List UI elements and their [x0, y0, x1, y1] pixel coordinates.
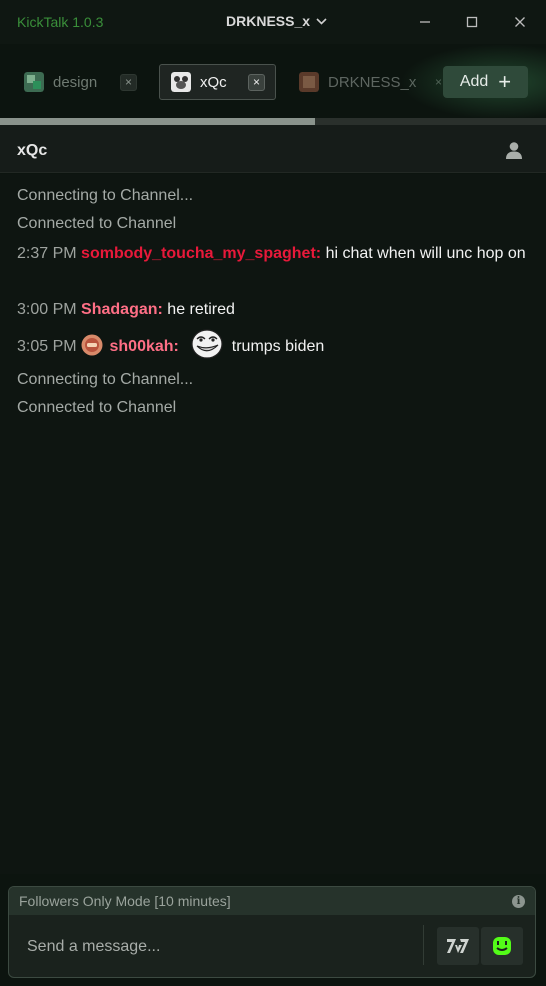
account-name: DRKNESS_x	[226, 13, 311, 29]
channel-avatar	[299, 72, 319, 92]
chat-message: 2:37 PM sombody_toucha_my_spaghet: hi ch…	[17, 242, 532, 266]
channel-header: xQc	[0, 125, 546, 173]
system-message-text: Connected to Channel	[17, 399, 177, 416]
title-bar: KickTalk 1.0.3 DRKNESS_x	[0, 0, 546, 44]
system-message: Connecting to Channel...	[17, 184, 532, 208]
chat-message: 3:05 PM sh00kah: trumps biden	[17, 329, 532, 362]
trollface-emote-icon	[191, 329, 223, 359]
account-switcher[interactable]: DRKNESS_x	[226, 13, 327, 29]
chat-log[interactable]: Connecting to Channel... Connected to Ch…	[0, 174, 546, 874]
message-text: hi chat when will unc hop on	[325, 245, 526, 262]
message-input[interactable]	[9, 915, 423, 977]
system-message: Connecting to Channel...	[17, 368, 532, 392]
minimize-button[interactable]	[413, 10, 437, 34]
tab-xqc[interactable]: xQc ×	[159, 64, 276, 100]
7tv-icon	[447, 939, 469, 953]
plus-icon: +	[498, 69, 512, 94]
input-divider	[423, 925, 424, 965]
channel-avatar	[171, 72, 191, 92]
info-icon[interactable]: i	[512, 895, 525, 908]
tab-scrollbar[interactable]	[0, 118, 546, 125]
close-tab-button[interactable]: ×	[248, 73, 265, 91]
maximize-icon	[466, 16, 478, 28]
close-icon	[515, 17, 525, 27]
message-username[interactable]: sh00kah:	[110, 338, 179, 355]
kick-emote-icon	[493, 937, 511, 955]
tab-label: xQc	[200, 73, 227, 91]
kick-emote-button[interactable]	[481, 927, 523, 965]
7tv-emote-button[interactable]	[437, 927, 479, 965]
tab-scrollbar-thumb[interactable]	[0, 118, 316, 125]
close-tab-button[interactable]: ×	[120, 73, 137, 91]
message-text: trumps biden	[231, 338, 325, 356]
app-title: KickTalk 1.0.3	[17, 14, 104, 30]
minimize-icon	[420, 21, 430, 23]
system-message-text: Connected to Channel	[17, 215, 177, 232]
chevron-down-icon	[316, 17, 327, 25]
maximize-button[interactable]	[460, 10, 484, 34]
message-text: he retired	[167, 301, 235, 318]
close-window-button[interactable]	[508, 10, 532, 34]
message-username[interactable]: sombody_toucha_my_spaghet:	[81, 245, 321, 262]
subscriber-badge-icon	[81, 334, 103, 356]
chat-input-area: Followers Only Mode [10 minutes] i	[8, 886, 536, 978]
system-message: Connected to Channel	[17, 396, 532, 420]
system-message-text: Connecting to Channel...	[17, 187, 194, 204]
chat-mode-bar: Followers Only Mode [10 minutes] i	[9, 887, 535, 915]
user-icon[interactable]	[504, 140, 524, 160]
channel-avatar	[24, 72, 44, 92]
channel-name: xQc	[17, 142, 48, 159]
message-timestamp: 3:05 PM	[17, 338, 77, 356]
system-message: Connected to Channel	[17, 212, 532, 236]
add-button-label: Add	[459, 73, 489, 90]
add-channel-button[interactable]: Add +	[443, 66, 528, 98]
tab-design[interactable]: design ×	[24, 64, 142, 100]
chat-message: 3:00 PM Shadagan: he retired	[17, 298, 532, 322]
message-timestamp: 2:37 PM	[17, 245, 77, 262]
message-username[interactable]: Shadagan:	[81, 301, 163, 318]
tab-label: design	[53, 73, 98, 91]
system-message-text: Connecting to Channel...	[17, 371, 194, 388]
chat-mode-label: Followers Only Mode [10 minutes]	[19, 893, 231, 909]
message-timestamp: 3:00 PM	[17, 301, 77, 318]
